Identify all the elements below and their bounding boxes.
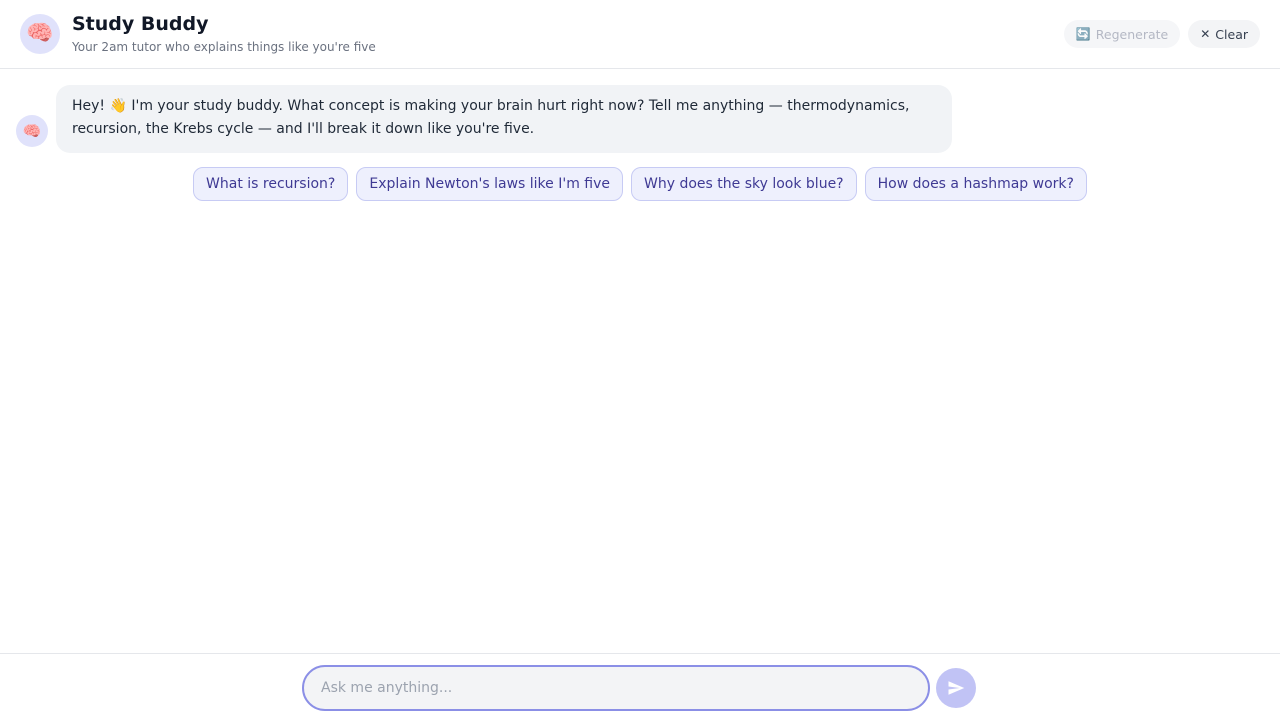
composer <box>0 653 1280 720</box>
message-list: 🧠 Hey! 👋 I'm your study buddy. What conc… <box>0 69 1280 653</box>
regenerate-label: Regenerate <box>1095 26 1169 42</box>
message-input[interactable] <box>302 665 930 711</box>
suggestion-chip[interactable]: How does a hashmap work? <box>864 167 1087 201</box>
assistant-message-bubble: Hey! 👋 I'm your study buddy. What concep… <box>56 85 952 153</box>
suggestion-chip[interactable]: Why does the sky look blue? <box>631 167 857 201</box>
suggestion-chip[interactable]: Explain Newton's laws like I'm five <box>356 167 624 201</box>
app-subtitle: Your 2am tutor who explains things like … <box>72 40 376 54</box>
regenerate-button[interactable]: 🔄 Regenerate <box>1063 20 1181 48</box>
send-icon <box>948 681 965 695</box>
close-icon: ✕ <box>1200 27 1211 41</box>
app-title: Study Buddy <box>72 13 209 35</box>
chat-app: 🧠 Study Buddy Your 2am tutor who explain… <box>0 0 1280 720</box>
send-button[interactable] <box>936 668 976 708</box>
brain-avatar-icon: 🧠 <box>20 14 60 54</box>
clear-label: Clear <box>1215 26 1248 42</box>
suggestion-chip[interactable]: What is recursion? <box>193 167 349 201</box>
assistant-avatar-icon: 🧠 <box>16 115 48 147</box>
header-actions: 🔄 Regenerate ✕ Clear <box>1063 20 1260 48</box>
app-header: 🧠 Study Buddy Your 2am tutor who explain… <box>0 0 1280 69</box>
clear-button[interactable]: ✕ Clear <box>1188 20 1260 48</box>
suggestion-chips: What is recursion? Explain Newton's laws… <box>0 167 1280 201</box>
refresh-icon: 🔄 <box>1075 27 1091 41</box>
